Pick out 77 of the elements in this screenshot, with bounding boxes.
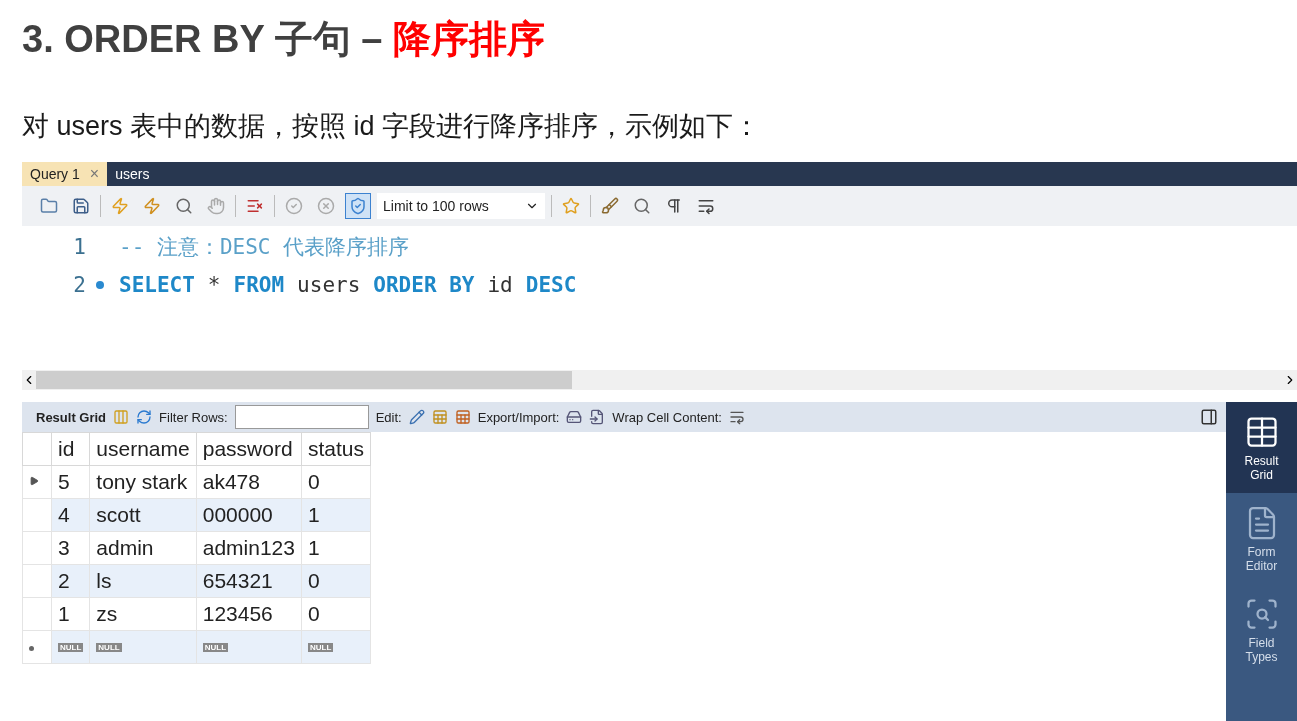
table-cell: tony stark bbox=[89, 465, 197, 499]
star-icon bbox=[562, 197, 580, 215]
table-cell: 0 bbox=[301, 465, 371, 499]
add-row-icon[interactable] bbox=[431, 409, 448, 425]
shield-check-icon bbox=[349, 197, 367, 215]
sql-keyword: DESC bbox=[525, 273, 577, 297]
columns-icon[interactable] bbox=[113, 409, 130, 425]
panel-toggle-icon[interactable] bbox=[1200, 408, 1218, 426]
slide-subtitle: 对 users 表中的数据，按照 id 字段进行降序排序，示例如下： bbox=[22, 110, 762, 143]
stop-list-icon bbox=[246, 197, 264, 215]
current-row-marker[interactable] bbox=[22, 465, 52, 499]
magnifier-icon bbox=[175, 197, 193, 215]
brush-icon bbox=[601, 197, 619, 215]
sql-text: users bbox=[297, 273, 361, 297]
folder-icon bbox=[40, 197, 58, 215]
line-number: 2 bbox=[72, 273, 86, 297]
column-header[interactable]: password bbox=[196, 432, 302, 466]
save-icon bbox=[72, 197, 90, 215]
close-icon[interactable]: × bbox=[89, 165, 100, 183]
table-cell: 1 bbox=[301, 498, 371, 532]
sql-text: id bbox=[487, 273, 513, 297]
refresh-icon[interactable] bbox=[136, 409, 153, 425]
line-number: 1 bbox=[72, 235, 86, 259]
delete-row-icon[interactable] bbox=[454, 409, 471, 425]
sql-keyword: ORDER BY bbox=[373, 273, 475, 297]
horizontal-scrollbar[interactable] bbox=[22, 370, 1297, 390]
wrap-icon bbox=[697, 197, 715, 215]
table-cell: ak478 bbox=[196, 465, 302, 499]
new-row-dot bbox=[29, 646, 34, 651]
sql-keyword: FROM bbox=[233, 273, 285, 297]
table-cell: scott bbox=[89, 498, 197, 532]
null-tag: NULL bbox=[58, 643, 84, 652]
column-header[interactable]: status bbox=[301, 432, 371, 466]
table-cell: 000000 bbox=[196, 498, 302, 532]
limit-dropdown[interactable]: Limit to 100 rows bbox=[377, 193, 545, 219]
export-icon[interactable] bbox=[566, 409, 583, 425]
pilcrow-icon bbox=[665, 197, 683, 215]
result-grid-label[interactable]: Result Grid bbox=[36, 409, 107, 425]
pencil-icon[interactable] bbox=[408, 409, 425, 425]
slide-title: 3. ORDER BY 子句 – 降序排序 bbox=[22, 17, 546, 62]
filter-field[interactable] bbox=[234, 405, 369, 429]
cancel-icon bbox=[317, 197, 335, 215]
side-panel-item[interactable]: Result Grid bbox=[1226, 402, 1297, 493]
column-header[interactable]: id bbox=[51, 432, 90, 466]
table-cell: 123456 bbox=[196, 597, 302, 631]
table-cell: admin bbox=[89, 531, 197, 565]
export-label: Export/Import: bbox=[477, 409, 560, 425]
search-icon bbox=[633, 197, 651, 215]
lightning-icon bbox=[111, 197, 129, 215]
sql-keyword: SELECT bbox=[119, 273, 195, 297]
table-cell: ls bbox=[89, 564, 197, 598]
table-cell: admin123 bbox=[196, 531, 302, 565]
wrap-icon[interactable] bbox=[728, 409, 745, 425]
pointer-icon bbox=[29, 476, 39, 486]
table-cell: 654321 bbox=[196, 564, 302, 598]
side-panel-item[interactable]: Field Types bbox=[1226, 584, 1297, 675]
null-tag: NULL bbox=[307, 643, 334, 652]
editor-tab[interactable]: users bbox=[107, 162, 158, 186]
table-cell: zs bbox=[89, 597, 197, 631]
editor-tab[interactable]: Query 1 × bbox=[22, 162, 108, 186]
import-icon[interactable] bbox=[589, 409, 606, 425]
null-tag: NULL bbox=[96, 643, 122, 652]
wrap-label: Wrap Cell Content: bbox=[612, 409, 722, 425]
null-tag: NULL bbox=[202, 643, 229, 652]
table-cell: 1 bbox=[301, 531, 371, 565]
filter-label: Filter Rows: bbox=[159, 409, 228, 425]
new-row-marker[interactable] bbox=[22, 630, 52, 664]
lightning-icon bbox=[143, 197, 161, 215]
column-header[interactable]: username bbox=[89, 432, 197, 466]
side-panel-item[interactable]: Form Editor bbox=[1226, 493, 1297, 584]
table-cell: 0 bbox=[301, 597, 371, 631]
table-cell: 0 bbox=[301, 564, 371, 598]
sql-text: * bbox=[207, 273, 221, 297]
hand-icon bbox=[207, 197, 225, 215]
edit-label: Edit: bbox=[375, 409, 402, 425]
sql-comment: -- 注意：DESC 代表降序排序 bbox=[119, 234, 410, 261]
check-icon bbox=[285, 197, 303, 215]
